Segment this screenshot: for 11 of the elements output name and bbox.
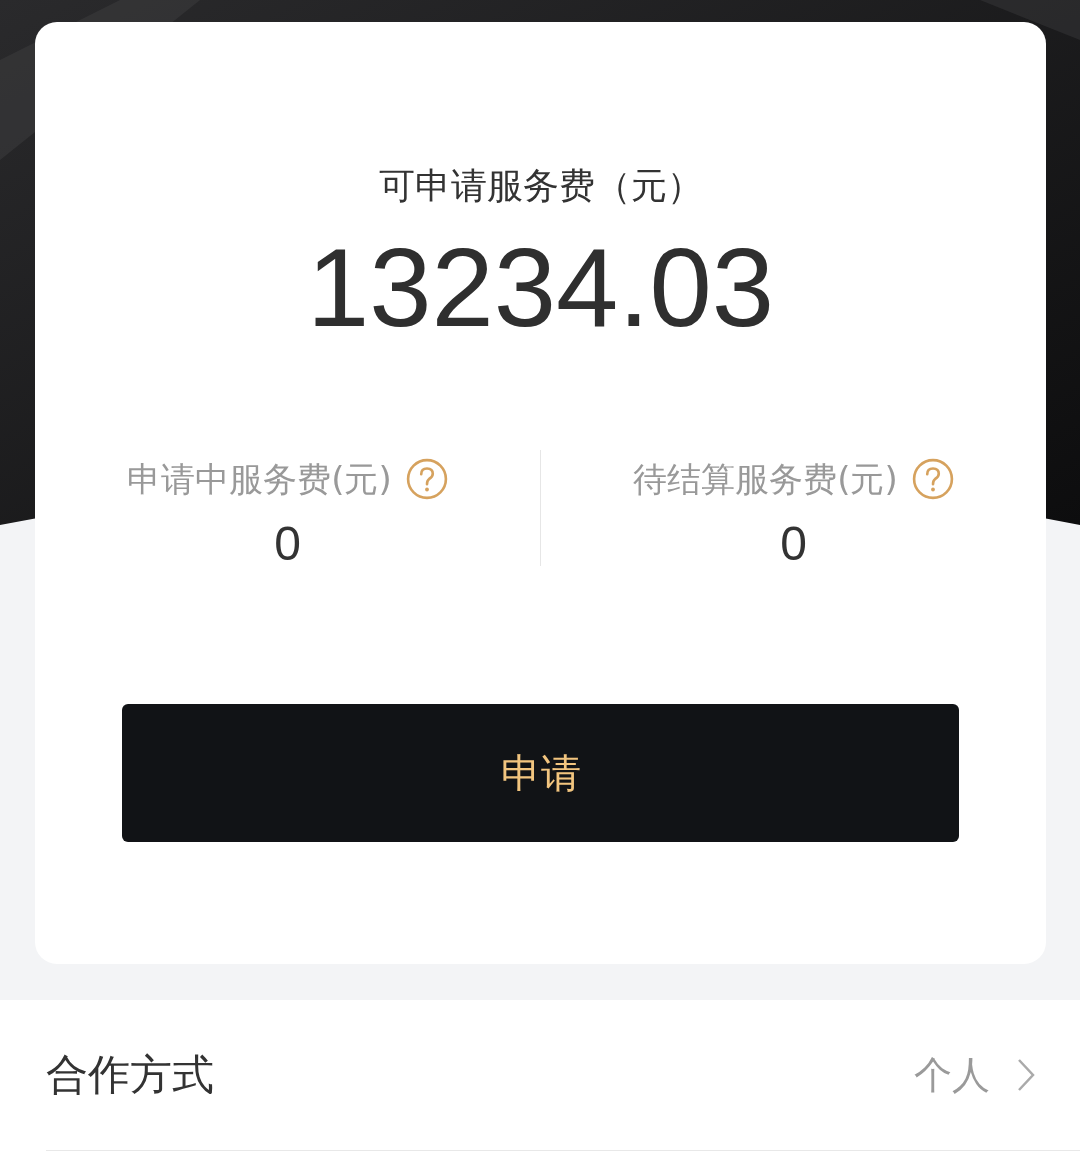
chevron-icon[interactable]	[1016, 1057, 1036, 1093]
balance-title: 可申请服务费（元）	[378, 164, 703, 208]
stat-label: 申请中服务费(元)	[127, 458, 392, 501]
help-icon[interactable]	[405, 458, 448, 500]
help-icon[interactable]	[911, 458, 954, 500]
cooperation-label: 合作方式	[46, 1049, 214, 1101]
stat-value: 0	[274, 516, 301, 572]
apply-button[interactable]: 申请	[122, 704, 959, 842]
stat-value: 0	[780, 516, 807, 572]
stat-label: 待结算服务费(元)	[633, 458, 898, 501]
balance-amount: 13234.03	[306, 228, 775, 348]
